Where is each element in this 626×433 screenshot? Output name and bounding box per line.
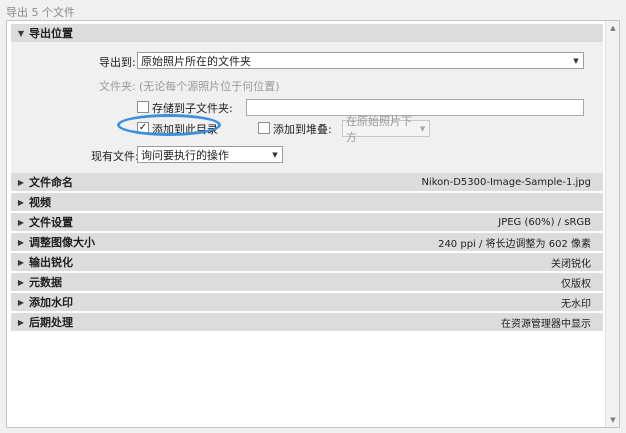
section-summary: Nikon-D5300-Image-Sample-1.jpg — [421, 176, 591, 188]
add-to-stack-label: 添加到堆叠: — [273, 123, 332, 136]
section-header-image-sizing[interactable]: ▶ 调整图像大小 240 ppi / 将长边调整为 602 像素 — [11, 233, 603, 251]
section-header-post-processing[interactable]: ▶ 后期处理 在资源管理器中显示 — [11, 313, 603, 331]
section-header-file-naming[interactable]: ▶ 文件命名 Nikon-D5300-Image-Sample-1.jpg — [11, 173, 603, 191]
section-header-metadata[interactable]: ▶ 元数据 仅版权 — [11, 273, 603, 291]
collapse-triangle-icon: ▶ — [17, 177, 25, 187]
section-title: 文件命名 — [29, 176, 73, 189]
collapse-triangle-icon: ▶ — [17, 237, 25, 247]
section-header-output-sharpening[interactable]: ▶ 输出锐化 关闭锐化 — [11, 253, 603, 271]
vertical-scrollbar[interactable]: ▲ ▼ — [605, 21, 619, 427]
dropdown-arrow-icon: ▼ — [573, 56, 579, 65]
section-title: 元数据 — [29, 276, 62, 289]
scroll-up-arrow-icon[interactable]: ▲ — [606, 21, 620, 35]
existing-files-value: 询问要执行的操作 — [141, 148, 229, 162]
section-header-video[interactable]: ▶ 视频 — [11, 193, 603, 211]
highlight-circle — [117, 114, 221, 136]
export-to-dropdown[interactable]: 原始照片所在的文件夹 ▼ — [137, 52, 584, 69]
section-summary: 无水印 — [561, 298, 591, 310]
existing-files-label: 现有文件: — [91, 150, 139, 163]
section-title: 视频 — [29, 196, 51, 209]
section-summary: JPEG (60%) / sRGB — [498, 216, 591, 228]
section-title: 调整图像大小 — [29, 236, 95, 249]
stack-position-value: 在原始照片下方 — [346, 114, 412, 144]
section-summary: 仅版权 — [561, 278, 591, 290]
collapse-triangle-icon: ▶ — [17, 297, 25, 307]
stack-position-dropdown[interactable]: 在原始照片下方 ▼ — [342, 115, 430, 144]
section-title: 输出锐化 — [29, 256, 73, 269]
add-to-stack-checkbox[interactable] — [258, 122, 270, 134]
section-summary: 关闭锐化 — [551, 258, 591, 270]
section-title: 添加水印 — [29, 296, 73, 309]
collapse-triangle-icon: ▶ — [17, 217, 25, 227]
dropdown-arrow-icon: ▼ — [419, 124, 426, 133]
folder-hint: (无论每个源照片位于何位置) — [139, 80, 280, 93]
export-to-label: 导出到: — [99, 56, 136, 69]
export-to-value: 原始照片所在的文件夹 — [141, 54, 251, 68]
section-title: 后期处理 — [29, 316, 73, 329]
section-summary: 240 ppi / 将长边调整为 602 像素 — [438, 238, 591, 250]
collapse-triangle-icon: ▶ — [17, 197, 25, 207]
collapse-triangle-icon: ▶ — [17, 317, 25, 327]
section-title: 文件设置 — [29, 216, 73, 229]
folder-label: 文件夹: — [99, 80, 136, 93]
collapse-triangle-icon: ▶ — [17, 257, 25, 267]
section-header-watermarking[interactable]: ▶ 添加水印 无水印 — [11, 293, 603, 311]
section-title: 导出位置 — [29, 27, 73, 40]
window-title: 导出 5 个文件 — [6, 6, 75, 19]
subfolder-checkbox[interactable] — [137, 101, 149, 113]
collapse-triangle-icon: ▶ — [17, 277, 25, 287]
section-header-export-location[interactable]: ▼ 导出位置 — [11, 24, 603, 42]
scroll-down-arrow-icon[interactable]: ▼ — [606, 413, 620, 427]
existing-files-dropdown[interactable]: 询问要执行的操作 ▼ — [137, 146, 283, 163]
section-header-file-settings[interactable]: ▶ 文件设置 JPEG (60%) / sRGB — [11, 213, 603, 231]
export-settings-panel: ▼ 导出位置 导出到: 原始照片所在的文件夹 ▼ 文件夹: (无论每个源照片位于… — [6, 20, 620, 428]
section-summary: 在资源管理器中显示 — [501, 318, 591, 330]
expand-triangle-icon: ▼ — [17, 28, 25, 38]
dropdown-arrow-icon: ▼ — [272, 150, 278, 159]
